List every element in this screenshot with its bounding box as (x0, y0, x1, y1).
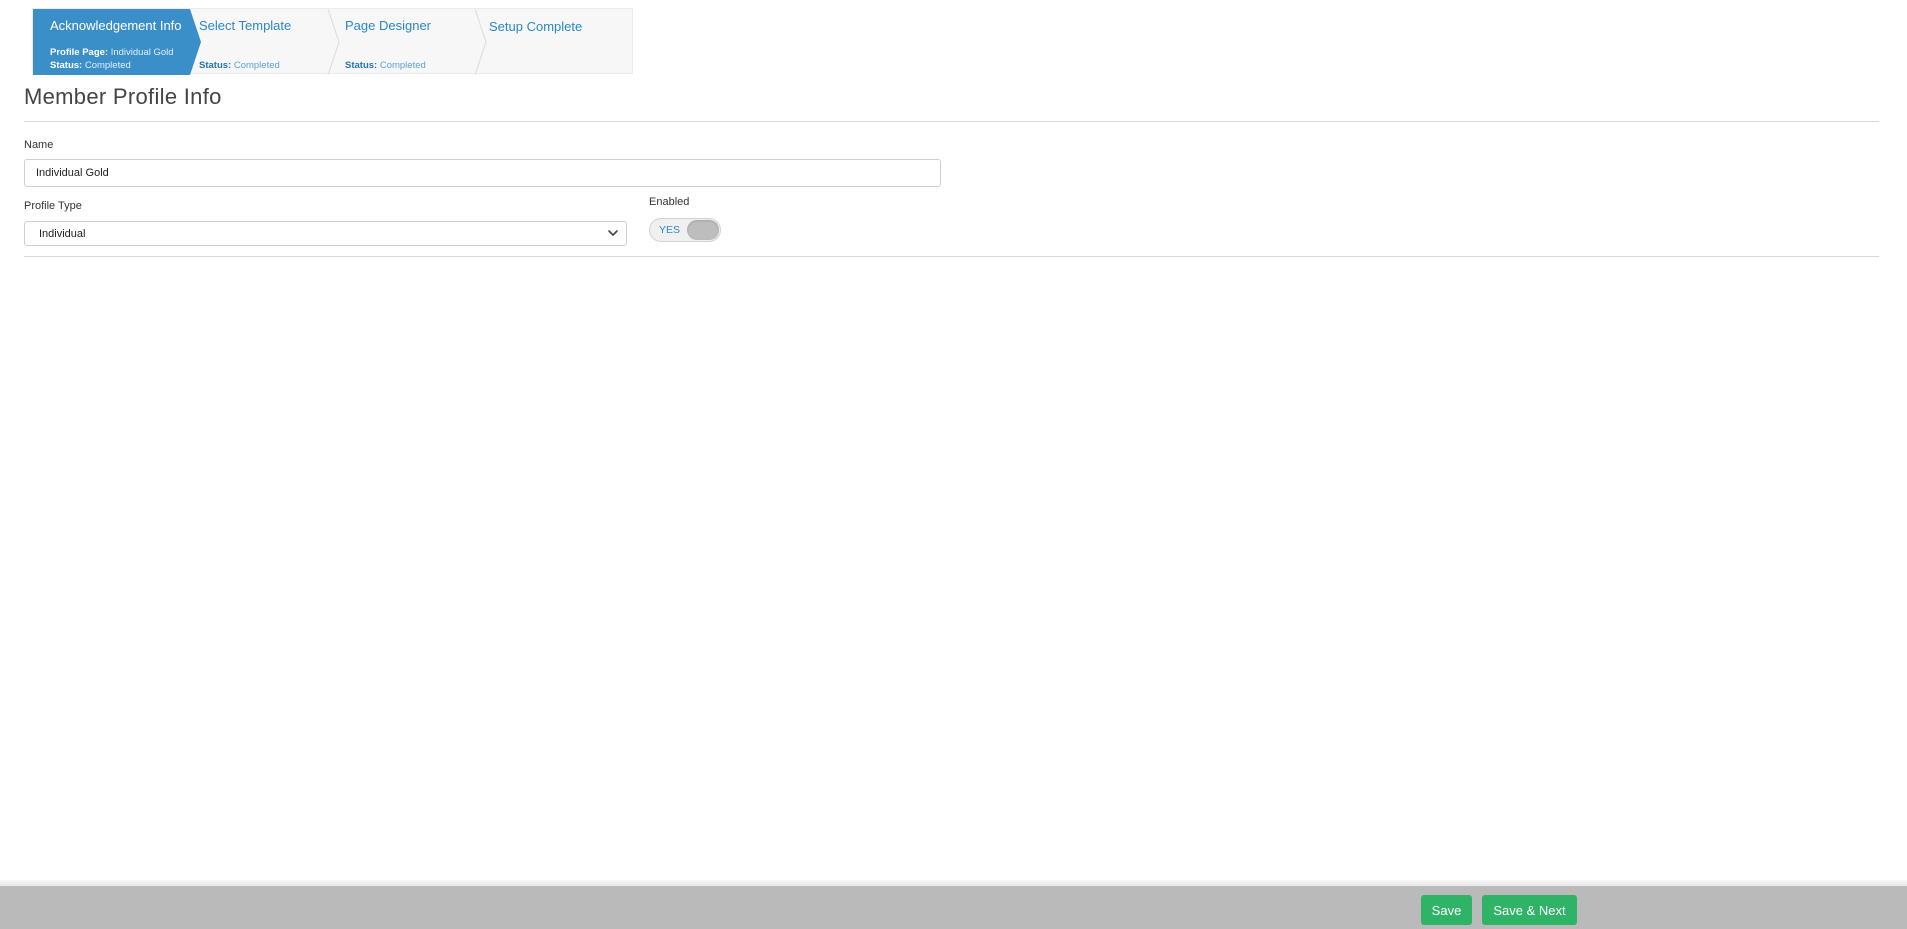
wizard-step-title: Select Template (199, 18, 292, 33)
footer-bar (0, 886, 1907, 929)
wizard-step-page-designer[interactable]: Page Designer Status: Completed (342, 9, 472, 75)
wizard-step-status: Status: Completed (50, 60, 131, 71)
name-label: Name (24, 139, 54, 151)
profile-type-selected-value: Individual (39, 228, 86, 240)
enabled-toggle[interactable]: YES (649, 218, 721, 242)
wizard-step-profile-page: Profile Page: Individual Gold (50, 47, 174, 58)
wizard-step-title: Acknowledgement Info (50, 18, 182, 33)
page-title: Member Profile Info (24, 84, 222, 109)
profile-type-select[interactable]: Individual (24, 221, 627, 246)
enabled-label: Enabled (649, 196, 690, 208)
divider (24, 256, 1879, 257)
wizard-step-separator (327, 9, 340, 75)
save-and-next-button[interactable]: Save & Next (1482, 895, 1577, 925)
wizard-step-status: Status: Completed (345, 60, 426, 71)
profile-type-label: Profile Type (24, 200, 82, 212)
enabled-toggle-text: YES (659, 224, 681, 236)
divider (24, 121, 1879, 122)
wizard-step-acknowledgement-info[interactable]: Acknowledgement Info Profile Page: Indiv… (33, 9, 190, 75)
name-input[interactable] (24, 159, 941, 187)
chevron-down-icon (608, 230, 618, 236)
wizard-step-setup-complete[interactable]: Setup Complete (489, 9, 629, 75)
wizard-step-select-template[interactable]: Select Template Status: Completed (196, 9, 326, 75)
setup-wizard-steps: Acknowledgement Info Profile Page: Indiv… (32, 8, 633, 75)
toggle-knob (687, 220, 719, 240)
wizard-step-title: Setup Complete (489, 19, 583, 34)
wizard-step-title: Page Designer (345, 18, 431, 33)
save-button[interactable]: Save (1421, 895, 1472, 925)
wizard-step-separator (474, 9, 487, 75)
wizard-step-status: Status: Completed (199, 60, 280, 71)
